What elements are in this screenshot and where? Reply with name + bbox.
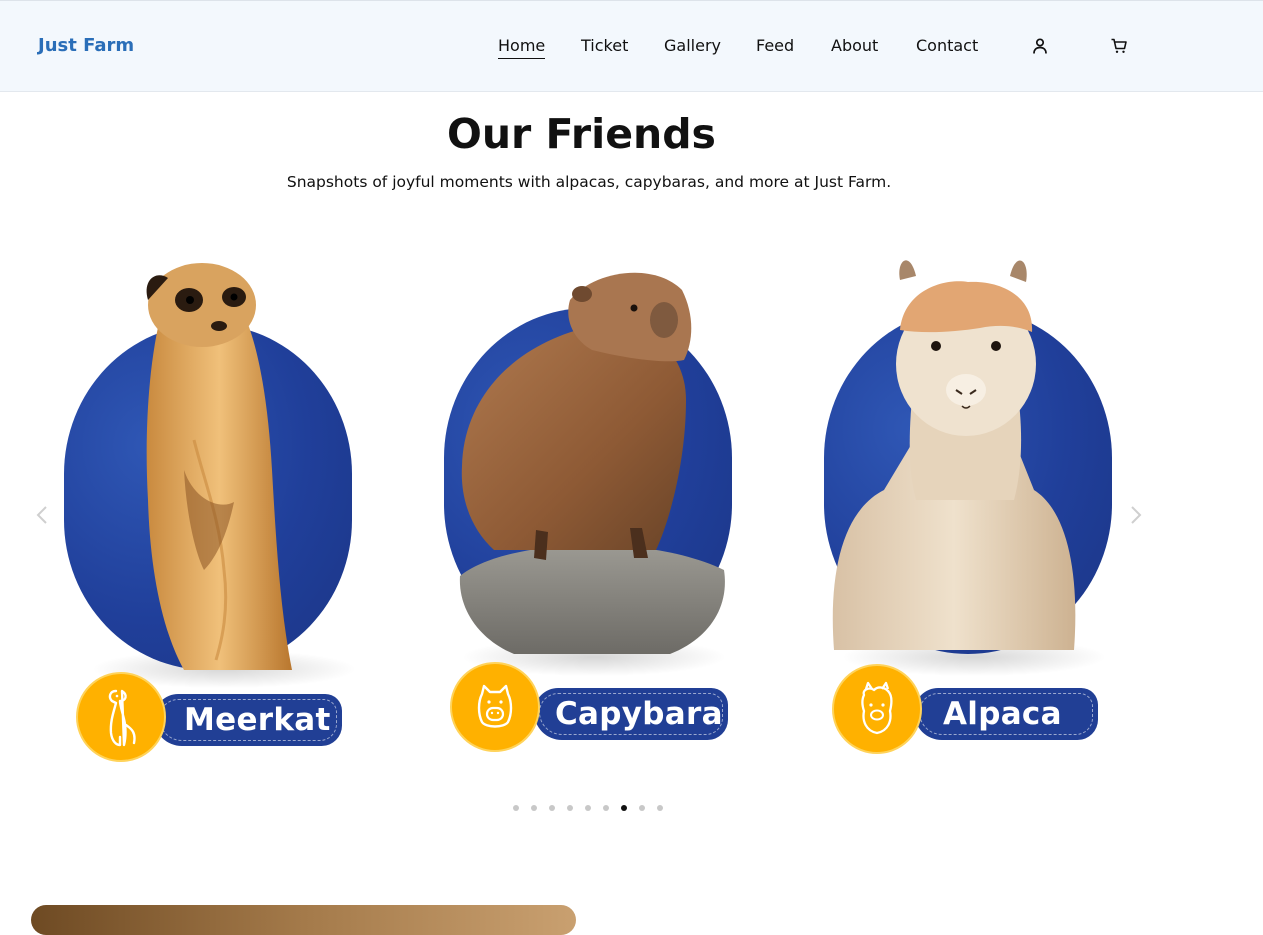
meerkat-image xyxy=(146,263,292,670)
cart-icon[interactable] xyxy=(1108,35,1130,57)
nav-home[interactable]: Home xyxy=(498,36,546,59)
nav-about[interactable]: About xyxy=(831,36,878,58)
brand-logo[interactable]: Just Farm xyxy=(38,35,134,56)
pagination-dot-7[interactable] xyxy=(621,805,627,811)
pagination-dot-4[interactable] xyxy=(567,805,573,811)
animal-name-pill: Capybara xyxy=(534,688,728,740)
pagination-dot-3[interactable] xyxy=(549,805,555,811)
pagination-dot-8[interactable] xyxy=(639,805,645,811)
pagination-dot-1[interactable] xyxy=(513,805,519,811)
animal-name-pill: Meerkat xyxy=(154,694,342,746)
capybara-icon xyxy=(450,662,540,752)
carousel-pagination xyxy=(513,805,663,811)
nav-gallery[interactable]: Gallery xyxy=(664,36,721,58)
nav-ticket[interactable]: Ticket xyxy=(581,36,628,58)
pagination-dot-5[interactable] xyxy=(585,805,591,811)
user-icon[interactable] xyxy=(1029,35,1051,57)
capybara-image xyxy=(459,272,725,654)
alpaca-image xyxy=(832,260,1076,650)
nav-contact[interactable]: Contact xyxy=(916,36,978,58)
animal-name-pill: Alpaca xyxy=(914,688,1098,740)
next-section-image xyxy=(31,905,576,935)
animal-card-capybara[interactable]: Capybara xyxy=(424,240,754,770)
animal-card-meerkat[interactable]: Meerkat xyxy=(44,240,374,770)
nav-feed[interactable]: Feed xyxy=(756,36,794,58)
navbar: Just Farm Home Ticket Gallery Feed About… xyxy=(0,0,1263,92)
pagination-dot-9[interactable] xyxy=(657,805,663,811)
meerkat-icon xyxy=(76,672,166,762)
alpaca-icon xyxy=(832,664,922,754)
section-title: Our Friends xyxy=(447,110,716,158)
animal-name-label: Meerkat xyxy=(184,702,331,738)
section-subtitle: Snapshots of joyful moments with alpacas… xyxy=(286,173,892,191)
animal-name-label: Alpaca xyxy=(943,696,1062,732)
pagination-dot-2[interactable] xyxy=(531,805,537,811)
animal-name-label: Capybara xyxy=(555,696,723,732)
animal-card-alpaca[interactable]: Alpaca xyxy=(804,240,1134,770)
pagination-dot-6[interactable] xyxy=(603,805,609,811)
